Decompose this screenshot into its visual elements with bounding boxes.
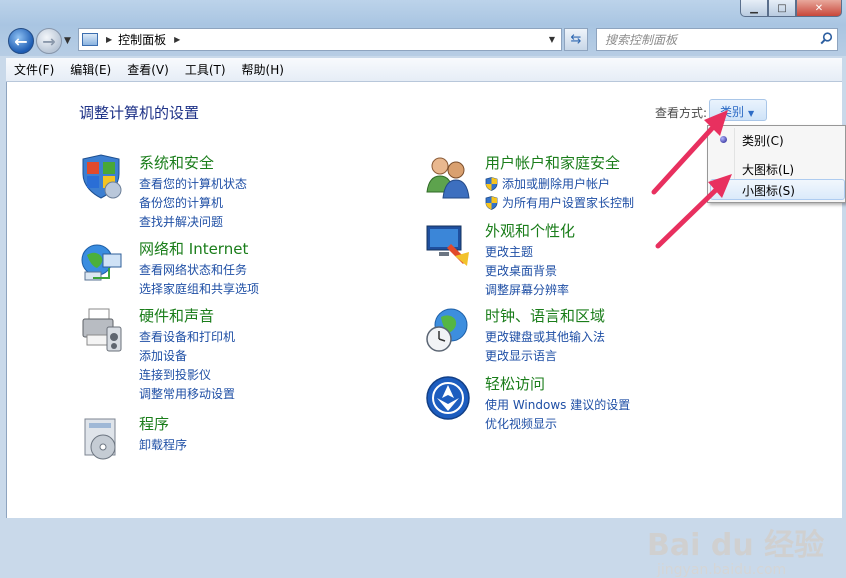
baidu-watermark-url: jingyan.baidu.com bbox=[657, 562, 787, 578]
baidu-watermark-logo: Bai du 经验 bbox=[647, 528, 825, 563]
arrow-to-small-icons bbox=[655, 174, 732, 249]
annotation-arrows bbox=[651, 110, 732, 249]
